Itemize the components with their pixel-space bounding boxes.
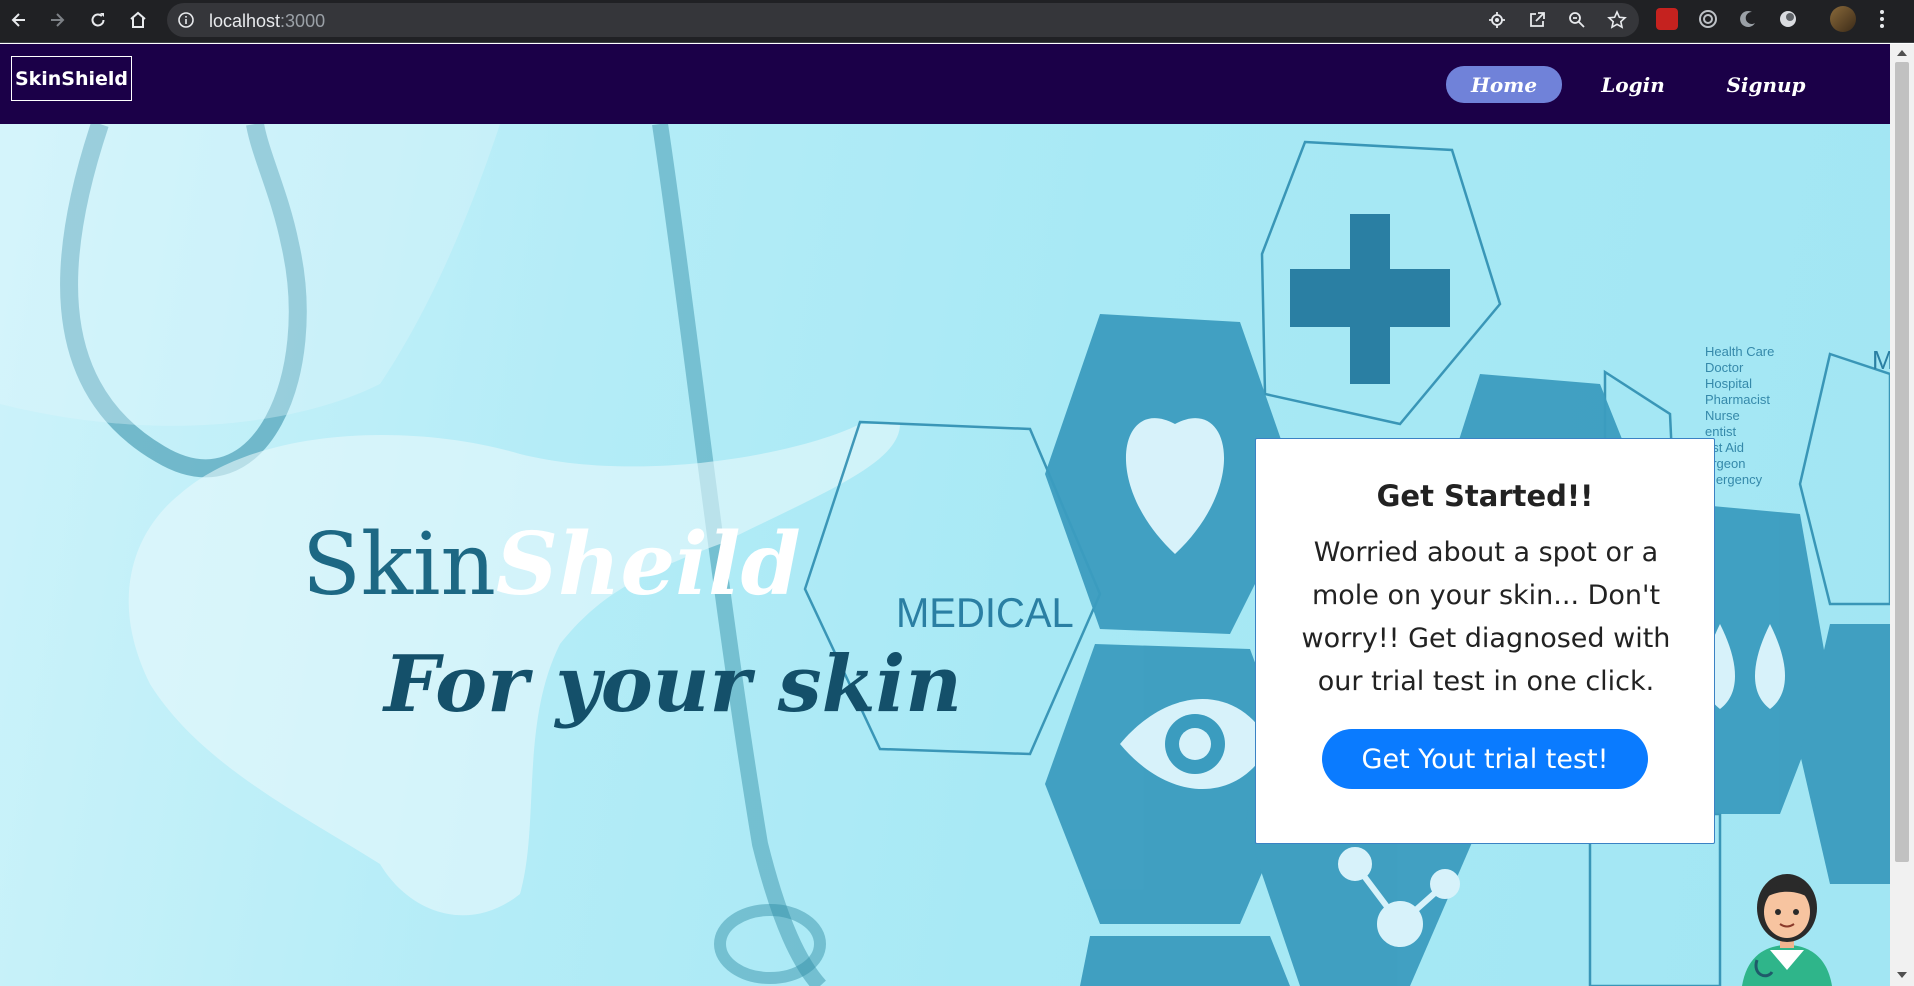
scrollbar-thumb[interactable] bbox=[1895, 62, 1909, 862]
nav-home[interactable]: Home bbox=[1446, 66, 1562, 103]
side-list-item: Nurse bbox=[1705, 408, 1740, 423]
nav-login[interactable]: Login bbox=[1575, 66, 1691, 103]
forward-button[interactable] bbox=[43, 6, 71, 34]
address-bar[interactable]: localhost:3000 bbox=[167, 3, 1639, 37]
brand-logo[interactable]: SkinShield bbox=[11, 56, 132, 101]
url-host: localhost bbox=[209, 11, 281, 31]
side-list-item: Doctor bbox=[1705, 360, 1744, 375]
url-text[interactable]: localhost:3000 bbox=[209, 11, 325, 32]
back-button[interactable] bbox=[5, 6, 33, 34]
page-scrollbar[interactable] bbox=[1890, 44, 1914, 986]
doctor-chatbot-avatar[interactable] bbox=[1722, 860, 1852, 986]
open-external-icon[interactable] bbox=[1527, 10, 1547, 30]
extension-moon-icon[interactable] bbox=[1737, 8, 1759, 30]
side-list-item: Health Care bbox=[1705, 344, 1774, 359]
location-icon[interactable] bbox=[1487, 10, 1507, 30]
extension-red-icon[interactable] bbox=[1656, 8, 1678, 30]
bookmark-star-icon[interactable] bbox=[1607, 10, 1627, 30]
side-list-item: Pharmacist bbox=[1705, 392, 1770, 407]
menu-kebab-icon[interactable] bbox=[1876, 8, 1888, 30]
scroll-down-arrow-icon[interactable] bbox=[1897, 972, 1907, 978]
hero-tagline: For your skin bbox=[384, 639, 962, 730]
hero-title-sheild: Sheild bbox=[495, 514, 801, 615]
card-body: Worried about a spot or a mole on your s… bbox=[1301, 537, 1671, 697]
browser-toolbar: localhost:3000 bbox=[0, 0, 1914, 43]
trial-test-button[interactable]: Get Yout trial test! bbox=[1322, 729, 1648, 789]
hero-title: SkinSheild bbox=[302, 522, 801, 609]
reload-button[interactable] bbox=[84, 6, 112, 34]
zoom-icon[interactable] bbox=[1567, 10, 1587, 30]
side-list-item: Hospital bbox=[1705, 376, 1752, 391]
page-viewport: SkinShield Home Login Signup Health Care… bbox=[0, 44, 1890, 986]
url-port: :3000 bbox=[280, 11, 326, 31]
arrow-right-icon bbox=[51, 13, 65, 27]
info-icon[interactable] bbox=[177, 11, 195, 29]
arrow-left-icon bbox=[11, 13, 25, 27]
side-list-item: entist bbox=[1705, 424, 1736, 439]
extension-target-icon[interactable] bbox=[1697, 8, 1719, 30]
hero-section: Health Care Doctor Hospital Pharmacist N… bbox=[0, 124, 1890, 986]
medical-label: MEDICAL bbox=[896, 589, 1074, 636]
site-navbar: SkinShield Home Login Signup bbox=[0, 44, 1890, 124]
scroll-up-arrow-icon[interactable] bbox=[1897, 50, 1907, 56]
home-button[interactable] bbox=[124, 6, 152, 34]
extension-circle-icon[interactable] bbox=[1777, 8, 1799, 30]
profile-avatar[interactable] bbox=[1830, 6, 1856, 32]
hero-title-skin: Skin bbox=[302, 515, 496, 615]
home-icon bbox=[130, 11, 146, 28]
card-title: Get Started!! bbox=[1376, 479, 1594, 513]
reload-icon bbox=[91, 13, 105, 27]
side-letter: M bbox=[1872, 345, 1890, 375]
get-started-card: Get Started!! Worried about a spot or a … bbox=[1255, 438, 1715, 844]
nav-signup[interactable]: Signup bbox=[1708, 66, 1824, 103]
